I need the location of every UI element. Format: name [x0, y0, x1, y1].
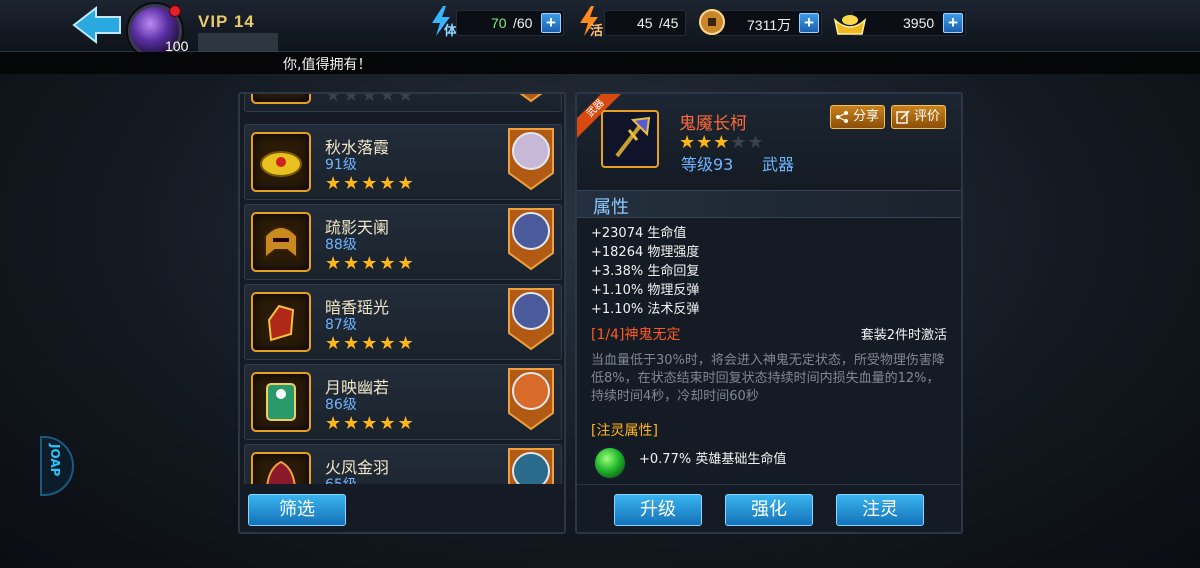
top-bar: 100 VIP 14 体 70 /60 + 活 45 /45 7311万 + 3…	[0, 0, 1200, 58]
equipment-stars: ★★★★★	[325, 413, 416, 434]
stamina-counter: 70 /60 +	[456, 10, 564, 36]
share-button[interactable]: 分享	[830, 105, 886, 129]
list-item[interactable]: 月映幽若 86级 ★★★★★	[244, 364, 562, 440]
weapon-stars: ★★★★★	[679, 132, 765, 153]
add-stamina-button[interactable]: +	[541, 13, 561, 33]
gold-value: 3950	[903, 15, 935, 31]
notification-dot	[169, 5, 181, 17]
equipment-thumbnail	[251, 94, 311, 104]
hero-portrait-icon	[519, 94, 543, 103]
weapon-level: 等级93	[681, 155, 734, 174]
review-label: 评价	[914, 109, 941, 124]
equipment-stars: ★★★★★	[325, 253, 416, 274]
golden-crown-icon	[251, 132, 311, 192]
red-hood-icon	[251, 452, 311, 484]
list-item[interactable]: 火凤金羽 65级 ★★★★★	[244, 444, 562, 484]
spirit-attribute-value: +0.77% 英雄基础生命值	[639, 452, 787, 467]
stats-list: +23074 生命值 +18264 物理强度 +3.38% 生命回复 +1.10…	[591, 222, 699, 317]
announcement-text: 你,值得拥有！	[283, 57, 372, 73]
vitality-current: 45	[637, 15, 653, 31]
player-name-hidden	[198, 33, 278, 53]
coins-counter: 7311万 +	[714, 10, 822, 36]
stars-filled: ★★★	[679, 132, 731, 153]
share-icon	[836, 111, 848, 123]
green-gem-icon	[593, 446, 627, 480]
list-item[interactable]: 秋水落霞 91级 ★★★★★	[244, 124, 562, 200]
detail-header: 武器 鬼魇长柯 ★★★★★ 等级93 武器 分享 评价	[577, 94, 961, 186]
hero-portrait-icon	[508, 208, 554, 271]
back-button[interactable]	[70, 4, 126, 46]
equipment-level: 65级	[325, 474, 357, 484]
vitality-tag: 活	[590, 24, 604, 39]
vitality-counter: 45 /45	[604, 10, 686, 36]
side-badge-label: JOAP	[48, 444, 62, 477]
stamina-max: /60	[513, 15, 533, 31]
list-item[interactable]: 暗香瑶光 87级 ★★★★★	[244, 284, 562, 360]
equipment-stars: ★★★★★	[325, 94, 416, 106]
infuse-button[interactable]: 注灵	[836, 494, 924, 526]
spirit-attributes-title: [注灵属性]	[591, 423, 658, 439]
side-event-badge[interactable]: JOAP	[40, 436, 74, 496]
attributes-header: 属性	[577, 190, 961, 218]
golden-helmet-icon	[251, 212, 311, 272]
edit-icon	[896, 110, 910, 124]
set-bonus-condition: 套装2件时激活	[860, 328, 947, 343]
equipment-stars: ★★★★★	[325, 173, 416, 194]
equipment-detail-panel: 武器 鬼魇长柯 ★★★★★ 等级93 武器 分享 评价 属性 +23074 生命…	[575, 92, 963, 534]
equipment-level: 86级	[325, 397, 357, 413]
hero-portrait-icon	[508, 128, 554, 191]
upgrade-button[interactable]: 升级	[614, 494, 702, 526]
stars-empty: ★★	[730, 132, 765, 153]
coins-value: 7311万	[747, 17, 792, 33]
vitality-max: /45	[659, 15, 679, 31]
copper-coin-icon	[699, 9, 725, 35]
vip-level: VIP 14	[198, 12, 255, 31]
stat-line: +1.10% 法术反弹	[591, 302, 700, 317]
stamina-current: 70	[491, 15, 507, 31]
weapon-axe-icon	[601, 110, 659, 168]
jade-armor-icon	[251, 372, 311, 432]
weapon-type: 武器	[762, 155, 795, 174]
set-bonus-name: [1/4]神鬼无定	[591, 327, 681, 343]
stat-line: +1.10% 物理反弹	[591, 283, 700, 298]
stat-line: +18264 物理强度	[591, 245, 700, 260]
gold-ingot-icon	[833, 15, 867, 35]
filter-button[interactable]: 筛选	[248, 494, 346, 526]
hero-portrait-icon	[508, 288, 554, 351]
add-coins-button[interactable]: +	[799, 13, 819, 33]
review-button[interactable]: 评价	[891, 105, 947, 129]
stat-line: +3.38% 生命回复	[591, 264, 700, 279]
stat-line: +23074 生命值	[591, 226, 687, 241]
hero-portrait-icon	[508, 448, 554, 484]
add-gold-button[interactable]: +	[943, 13, 963, 33]
back-arrow-icon	[72, 5, 121, 45]
weapon-name: 鬼魇长柯	[679, 114, 747, 134]
divider	[577, 484, 961, 485]
enhance-button[interactable]: 强化	[725, 494, 813, 526]
list-item[interactable]: ★★★★★	[244, 94, 562, 112]
equipment-level: 91级	[325, 157, 357, 173]
attributes-title: 属性	[593, 197, 629, 218]
equipment-stars: ★★★★★	[325, 333, 416, 354]
equipment-level: 88级	[325, 237, 357, 253]
equipment-list-panel: ★★★★★ 秋水落霞 91级 ★★★★★ 疏影天阑 88级 ★★★★★ 暗香瑶光…	[238, 92, 566, 534]
gold-counter: 3950 +	[852, 10, 966, 36]
hero-portrait-icon	[508, 368, 554, 431]
equipment-level: 87级	[325, 317, 357, 333]
equipment-list[interactable]: ★★★★★ 秋水落霞 91级 ★★★★★ 疏影天阑 88级 ★★★★★ 暗香瑶光…	[240, 94, 564, 484]
announcement-marquee: 你,值得拥有！	[0, 52, 1200, 74]
list-item[interactable]: 疏影天阑 88级 ★★★★★	[244, 204, 562, 280]
red-gauntlet-icon	[251, 292, 311, 352]
share-label: 分享	[853, 109, 880, 124]
set-bonus-description: 当血量低于30%时，将会进入神鬼无定状态，所受物理伤害降低8%，在状态结束时回复…	[591, 353, 945, 404]
